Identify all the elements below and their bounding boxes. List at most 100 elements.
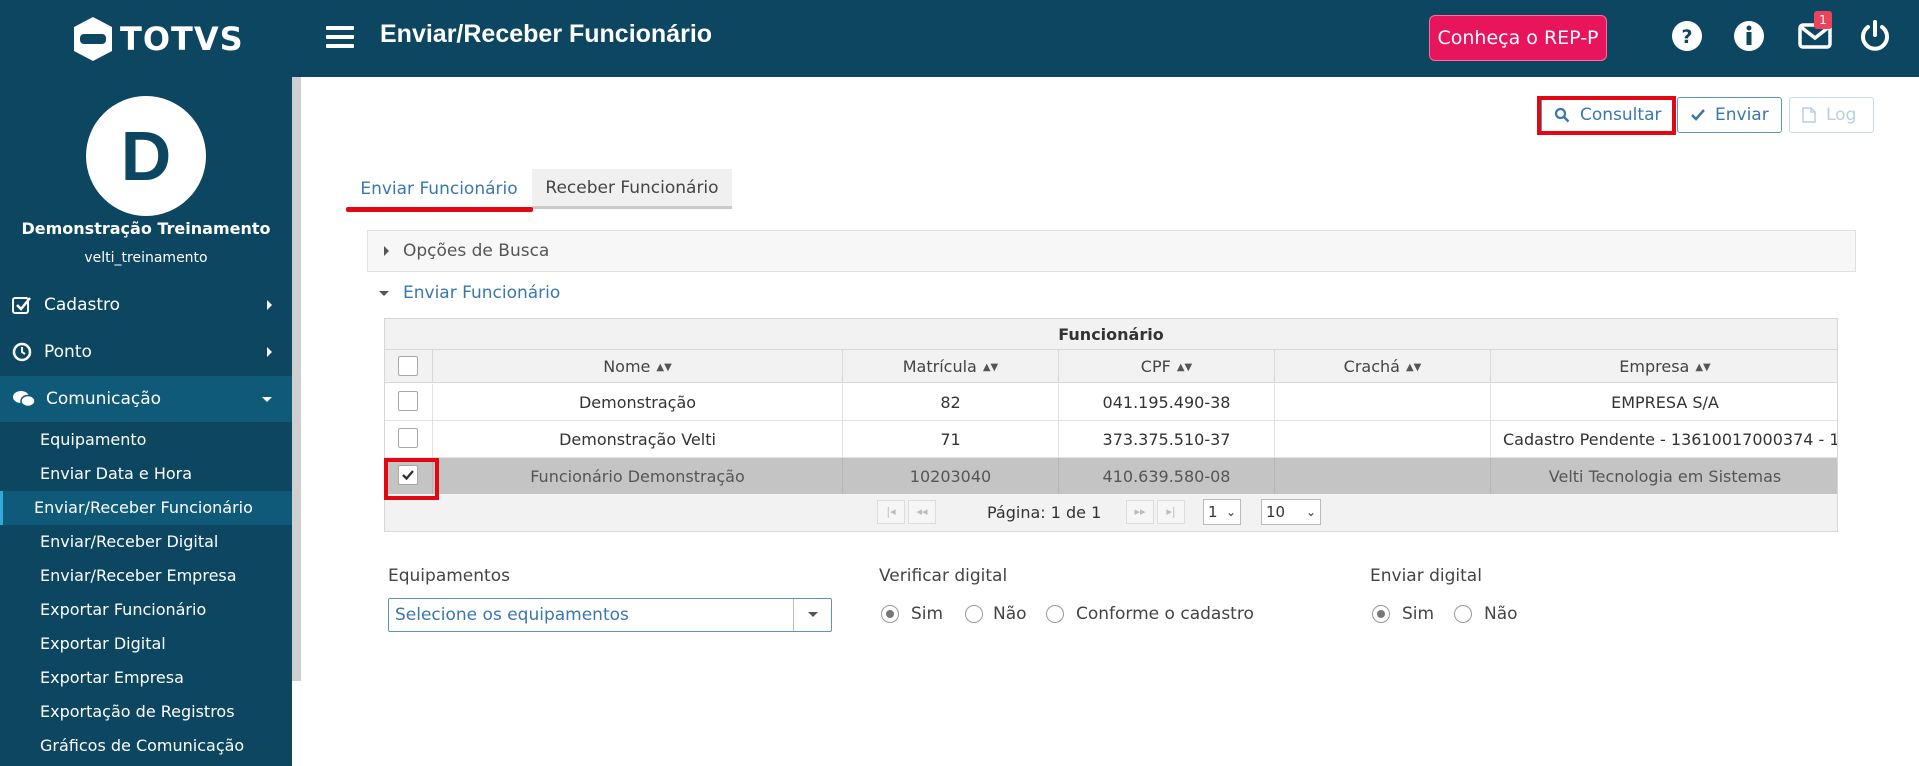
enviar-button[interactable]: Enviar [1677, 97, 1782, 133]
file-icon [1802, 107, 1816, 123]
caret-down-icon [379, 290, 389, 296]
cell-matricula: 82 [843, 384, 1059, 421]
enviar-sim-radio[interactable] [1372, 605, 1390, 623]
rep-p-button[interactable]: Conheça o REP-P [1429, 15, 1607, 61]
active-tab-indicator [346, 207, 533, 212]
log-button[interactable]: Log [1789, 97, 1874, 133]
page-select[interactable]: 1 ⌄ [1203, 499, 1241, 525]
cell-cpf: 373.375.510-37 [1059, 421, 1275, 458]
row-checkbox[interactable] [398, 391, 418, 411]
column-header-matricula[interactable]: Matrícula ▲▼ [843, 350, 1059, 383]
table-row[interactable]: Demonstração Velti 71 373.375.510-37 Cad… [385, 421, 1837, 458]
page-size-select[interactable]: 10 ⌄ [1261, 499, 1321, 525]
last-page-button[interactable]: ▸| [1157, 500, 1185, 524]
verificar-conforme-radio[interactable] [1046, 605, 1064, 623]
verificar-digital-label: Verificar digital [879, 566, 1008, 586]
menu-icon[interactable] [326, 26, 354, 48]
cell-nome: Demonstração Velti [433, 421, 843, 458]
user-login: velti_treinamento [84, 250, 208, 266]
sidebar-item-cadastro[interactable]: Cadastro [0, 282, 292, 328]
page-select-value: 1 [1208, 503, 1218, 521]
search-options-panel[interactable]: Opções de Busca [367, 230, 1856, 272]
submenu-item-enviar-receber-funcionario[interactable]: Enviar/Receber Funcionário [0, 491, 292, 525]
chevron-down-icon [262, 397, 272, 402]
row-select-cell [385, 384, 433, 421]
tab-receber-funcionario[interactable]: Receber Funcionário [532, 169, 732, 209]
sidebar-item-label: Ponto [44, 342, 92, 362]
cell-nome: Demonstração [433, 384, 843, 421]
tab-enviar-funcionario[interactable]: Enviar Funcionário [346, 169, 532, 209]
first-page-button[interactable]: |◂ [877, 500, 905, 524]
sidebar-scrollbar[interactable] [292, 77, 301, 681]
sidebar-item-comunicacao[interactable]: Comunicação [0, 376, 292, 422]
verificar-conforme-label: Conforme o cadastro [1076, 604, 1254, 624]
sort-icon: ▲▼ [1176, 362, 1193, 373]
next-page-button[interactable]: ▸▸ [1126, 500, 1154, 524]
submenu-item-exportar-funcionario[interactable]: Exportar Funcionário [0, 593, 292, 627]
highlight-row-checkbox [384, 458, 439, 500]
page-indicator: Página: 1 de 1 [987, 503, 1102, 522]
column-header-cracha[interactable]: Crachá ▲▼ [1275, 350, 1491, 383]
cell-cpf: 410.639.580-08 [1059, 458, 1275, 495]
verificar-nao-radio[interactable] [965, 605, 983, 623]
sidebar: D Demonstração Treinamento velti_treinam… [0, 77, 292, 766]
prev-page-button[interactable]: ◂◂ [908, 500, 936, 524]
check-icon [1691, 109, 1705, 121]
column-header-nome[interactable]: Nome ▲▼ [433, 350, 843, 383]
equipamentos-select[interactable]: Selecione os equipamentos [388, 598, 832, 632]
avatar[interactable]: D [86, 96, 206, 216]
top-bar: TOTVS Enviar/Receber Funcionário Conheça… [0, 0, 1919, 77]
column-header-empresa[interactable]: Empresa ▲▼ [1491, 350, 1837, 383]
equipamentos-label: Equipamentos [388, 566, 510, 586]
dropdown-button[interactable] [793, 599, 831, 631]
submenu-item-exportar-empresa[interactable]: Exportar Empresa [0, 661, 292, 695]
column-label: CPF [1140, 357, 1171, 376]
verificar-nao-label: Não [993, 604, 1027, 624]
employee-grid: Funcionário Nome ▲▼ Matrícula ▲▼ CPF ▲▼ Cra… [384, 318, 1838, 532]
submenu-item-enviar-data-hora[interactable]: Enviar Data e Hora [0, 457, 292, 491]
totvs-logo[interactable]: TOTVS [72, 16, 244, 62]
highlight-consultar [1537, 96, 1676, 135]
column-label: Matrícula [902, 357, 977, 376]
cell-matricula: 10203040 [843, 458, 1059, 495]
info-icon[interactable] [1731, 18, 1767, 54]
row-checkbox[interactable] [398, 428, 418, 448]
clock-icon [12, 342, 32, 362]
table-row[interactable]: Demonstração 82 041.195.490-38 EMPRESA S… [385, 384, 1837, 421]
chevron-down-icon: ⌄ [1305, 505, 1316, 519]
submenu-item-enviar-receber-empresa[interactable]: Enviar/Receber Empresa [0, 559, 292, 593]
column-label: Crachá [1343, 357, 1400, 376]
submenu-item-exportar-digital[interactable]: Exportar Digital [0, 627, 292, 661]
submenu-item-graficos-comunicacao[interactable]: Gráficos de Comunicação [0, 729, 292, 763]
header-select-cell [385, 350, 433, 383]
enviar-nao-radio[interactable] [1454, 605, 1472, 623]
select-all-checkbox[interactable] [398, 356, 418, 376]
cell-cracha [1275, 384, 1491, 421]
help-icon[interactable]: ? [1669, 18, 1705, 54]
power-icon[interactable] [1857, 18, 1893, 54]
sidebar-item-label: Cadastro [44, 295, 121, 315]
table-row-selected[interactable]: Funcionário Demonstração 10203040 410.63… [385, 458, 1837, 495]
sidebar-item-label: Comunicação [46, 389, 162, 409]
log-label: Log [1826, 105, 1857, 125]
enviar-label: Enviar [1715, 105, 1769, 125]
column-label: Nome [603, 357, 651, 376]
cell-empresa: Velti Tecnologia em Sistemas [1548, 467, 1782, 486]
verificar-sim-radio[interactable] [881, 605, 899, 623]
sidebar-item-ponto[interactable]: Ponto [0, 329, 292, 375]
submenu-item-exportacao-registros[interactable]: Exportação de Registros [0, 695, 292, 729]
page-title: Enviar/Receber Funcionário [380, 20, 713, 48]
logo-text: TOTVS [120, 20, 244, 58]
cell-cracha [1275, 458, 1491, 495]
submenu: Equipamento Enviar Data e Hora Enviar/Re… [0, 423, 292, 763]
sort-icon: ▲▼ [656, 362, 672, 373]
sort-icon: ▲▼ [1405, 362, 1422, 373]
submenu-item-equipamento[interactable]: Equipamento [0, 423, 292, 457]
checkbox-icon [12, 297, 31, 314]
section-title: Enviar Funcionário [403, 283, 561, 303]
sort-icon: ▲▼ [982, 362, 999, 373]
submenu-item-enviar-receber-digital[interactable]: Enviar/Receber Digital [0, 525, 292, 559]
section-toggle[interactable]: Enviar Funcionário [379, 283, 560, 303]
column-header-cpf[interactable]: CPF ▲▼ [1059, 350, 1275, 383]
chat-icon [13, 391, 36, 408]
